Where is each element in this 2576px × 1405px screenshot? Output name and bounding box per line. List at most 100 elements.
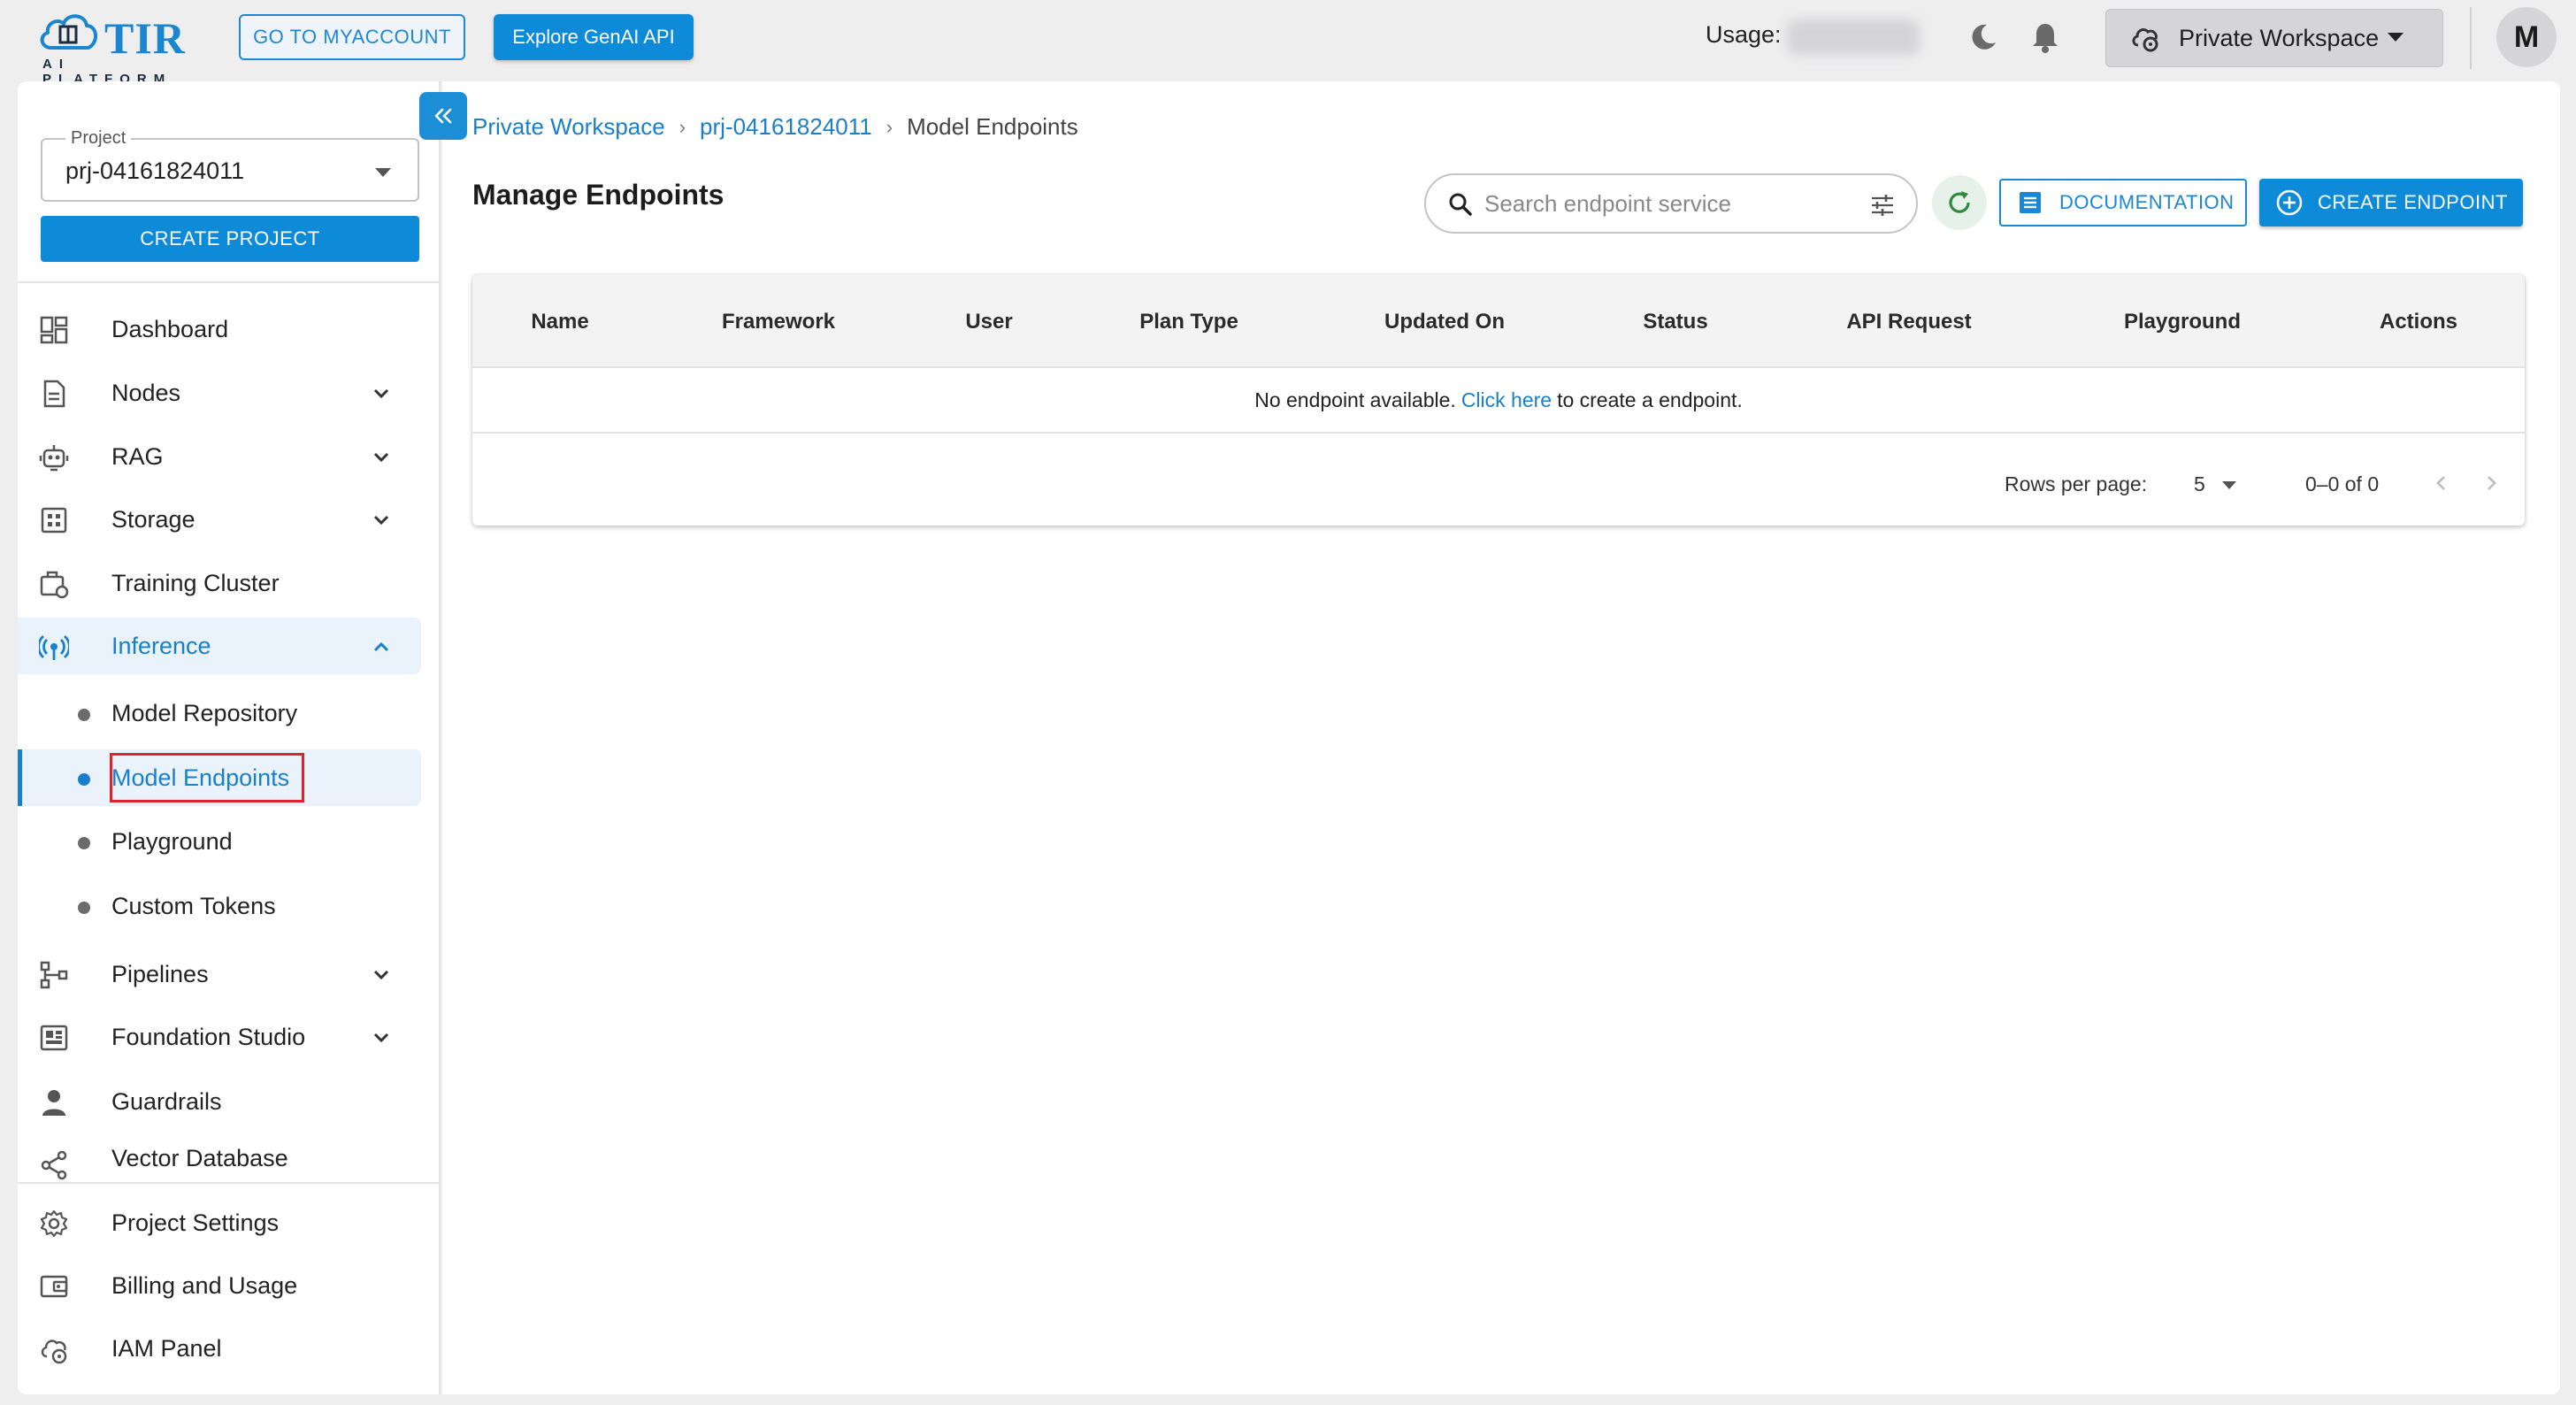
divider — [18, 1182, 439, 1184]
sidebar: Project prj-04161824011 CREATE PROJECT D… — [18, 81, 441, 1394]
documentation-button-label: DOCUMENTATION — [2059, 191, 2235, 213]
breadcrumb-separator-icon: › — [886, 115, 893, 138]
page-title: Manage Endpoints — [472, 179, 724, 211]
breadcrumb-project-link[interactable]: prj-04161824011 — [700, 113, 872, 141]
project-select[interactable]: Project prj-04161824011 — [41, 128, 419, 202]
sidebar-item-pipelines[interactable]: Pipelines — [18, 946, 421, 1002]
empty-state-text: No endpoint available. — [1254, 388, 1456, 411]
sidebar-subitem-model-endpoints[interactable]: Model Endpoints — [18, 749, 421, 806]
column-header-framework[interactable]: Framework — [722, 310, 835, 334]
sidebar-item-iam-panel[interactable]: IAM Panel — [18, 1320, 421, 1377]
sidebar-subitem-label: Model Repository — [111, 700, 298, 726]
sidebar-item-label: Dashboard — [111, 315, 229, 342]
storage-icon — [41, 507, 67, 534]
create-endpoint-button[interactable]: CREATE ENDPOINT — [2259, 179, 2523, 226]
dashboard-icon — [40, 316, 68, 344]
rows-per-page-select[interactable]: 5 — [2194, 472, 2205, 496]
sidebar-item-inference[interactable]: Inference — [18, 618, 421, 674]
workspace-icon — [2132, 28, 2158, 52]
next-page-icon[interactable] — [2477, 469, 2505, 497]
active-indicator — [18, 749, 22, 806]
column-header-user[interactable]: User — [965, 310, 1012, 334]
sidebar-item-label: Nodes — [111, 379, 181, 406]
column-header-api-request[interactable]: API Request — [1846, 310, 1971, 334]
documentation-button[interactable]: DOCUMENTATION — [1999, 179, 2247, 226]
page-range-text: 0–0 of 0 — [2305, 472, 2380, 495]
create-endpoint-link[interactable]: Click here — [1461, 388, 1552, 412]
caret-down-icon[interactable] — [2222, 481, 2236, 489]
sidebar-item-label: Foundation Studio — [111, 1023, 306, 1050]
project-label: Project — [65, 128, 132, 149]
sidebar-item-rag[interactable]: RAG — [18, 428, 421, 485]
dark-mode-icon[interactable] — [1966, 19, 2001, 55]
search-icon — [1449, 193, 1472, 216]
guardrails-icon — [42, 1090, 65, 1116]
foundation-studio-icon — [40, 1025, 68, 1051]
divider — [18, 281, 439, 283]
double-chevron-left-icon — [434, 108, 452, 124]
create-project-button[interactable]: CREATE PROJECT — [41, 216, 419, 262]
notification-bell-icon[interactable] — [2028, 19, 2063, 55]
user-avatar[interactable]: M — [2496, 7, 2557, 67]
chevron-down-icon — [373, 388, 389, 399]
sidebar-item-nodes[interactable]: Nodes — [18, 365, 421, 421]
search-box[interactable] — [1424, 173, 1918, 234]
training-cluster-icon — [40, 571, 69, 599]
table-pagination: Rows per page: 5 0–0 of 0 — [472, 434, 2525, 526]
search-input[interactable] — [1484, 186, 1838, 221]
sidebar-item-dashboard[interactable]: Dashboard — [18, 301, 421, 357]
sidebar-item-guardrails[interactable]: Guardrails — [18, 1073, 421, 1130]
breadcrumb-current: Model Endpoints — [907, 113, 1078, 140]
tir-logo[interactable]: TIR AI PLATFORM — [35, 7, 203, 87]
workspace-selector[interactable]: Private Workspace — [2105, 9, 2443, 67]
chevron-down-icon — [373, 1033, 389, 1043]
add-circle-icon — [2276, 189, 2303, 216]
bullet-icon — [78, 837, 90, 849]
filter-settings-icon[interactable] — [1868, 191, 1897, 219]
breadcrumb: Private Workspace › prj-04161824011 › Mo… — [472, 113, 1078, 141]
usage-value-redacted — [1787, 19, 1920, 55]
sidebar-subitem-playground[interactable]: Playground — [18, 813, 421, 870]
main-content: Private Workspace › prj-04161824011 › Mo… — [442, 81, 2560, 1394]
column-header-name[interactable]: Name — [531, 310, 588, 334]
caret-down-icon — [2388, 33, 2404, 42]
workspace-selector-label: Private Workspace — [2179, 24, 2380, 51]
sidebar-item-label: Guardrails — [111, 1087, 222, 1115]
rag-icon — [39, 445, 69, 472]
column-header-updated-on[interactable]: Updated On — [1384, 310, 1505, 334]
caret-down-icon — [375, 168, 391, 177]
sidebar-item-label: Pipelines — [111, 960, 209, 987]
breadcrumb-separator-icon: › — [678, 115, 686, 138]
breadcrumb-workspace-link[interactable]: Private Workspace — [472, 113, 665, 141]
explore-genai-api-button[interactable]: Explore GenAI API — [494, 14, 694, 60]
pipelines-icon — [40, 961, 68, 989]
sidebar-item-billing-and-usage[interactable]: Billing and Usage — [18, 1257, 421, 1314]
column-header-playground[interactable]: Playground — [2124, 310, 2241, 334]
go-to-myaccount-button[interactable]: GO TO MYACCOUNT — [239, 14, 465, 60]
table-header: Name Framework User Plan Type Updated On… — [472, 274, 2525, 368]
previous-page-icon[interactable] — [2427, 469, 2456, 497]
sidebar-subitem-custom-tokens[interactable]: Custom Tokens — [18, 878, 421, 934]
collapse-sidebar-button[interactable] — [419, 92, 467, 140]
column-header-plan-type[interactable]: Plan Type — [1139, 310, 1238, 334]
sidebar-item-label: Vector Database — [111, 1144, 288, 1171]
top-bar: TIR AI PLATFORM GO TO MYACCOUNT Explore … — [0, 0, 2576, 87]
endpoints-table: Name Framework User Plan Type Updated On… — [472, 274, 2525, 526]
sidebar-item-label: Project Settings — [111, 1209, 280, 1236]
inference-icon — [39, 634, 69, 660]
column-header-status[interactable]: Status — [1643, 310, 1707, 334]
sidebar-item-label: Training Cluster — [111, 569, 280, 596]
rows-per-page-label: Rows per page: — [2005, 472, 2148, 495]
sidebar-subitem-label: Custom Tokens — [111, 893, 276, 919]
chevron-down-icon — [373, 515, 389, 526]
sidebar-item-vector-database[interactable]: Vector Database — [18, 1136, 421, 1180]
sidebar-item-storage[interactable]: Storage — [18, 491, 421, 548]
project-value: prj-04161824011 — [65, 157, 245, 184]
column-header-actions[interactable]: Actions — [2380, 310, 2457, 334]
document-icon — [2020, 192, 2041, 213]
sidebar-item-project-settings[interactable]: Project Settings — [18, 1194, 421, 1251]
sidebar-item-foundation-studio[interactable]: Foundation Studio — [18, 1009, 421, 1065]
sidebar-item-training-cluster[interactable]: Training Cluster — [18, 555, 421, 611]
refresh-button[interactable] — [1932, 175, 1987, 230]
sidebar-subitem-model-repository[interactable]: Model Repository — [18, 685, 421, 741]
